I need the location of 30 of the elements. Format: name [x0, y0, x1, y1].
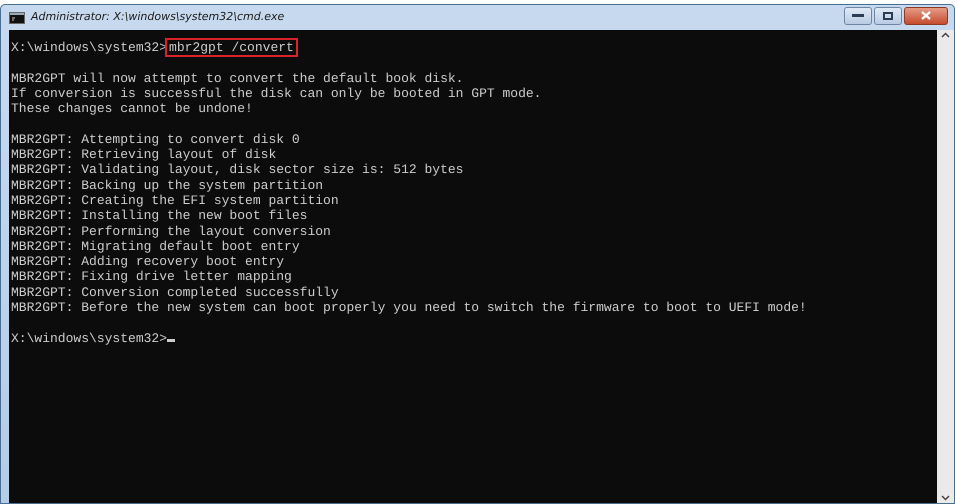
output-line: If conversion is successful the disk can only be booted in GPT mode.: [11, 86, 542, 101]
output-line: MBR2GPT: Migrating default boot entry: [11, 238, 300, 254]
text-cursor: [167, 338, 176, 342]
prompt-text: X:\windows\system32>: [11, 40, 168, 55]
output-line: MBR2GPT will now attempt to convert the default book disk.: [11, 70, 464, 86]
output-line: MBR2GPT: Fixing drive letter mapping: [11, 269, 292, 284]
maximize-button[interactable]: [874, 6, 902, 24]
output-line: MBR2GPT: Attempting to convert disk 0: [11, 132, 300, 147]
highlighted-command: mbr2gpt /convert: [167, 40, 296, 55]
close-button[interactable]: [904, 6, 948, 24]
scroll-down-icon[interactable]: [941, 495, 950, 501]
output-line: MBR2GPT: Conversion completed successfully: [11, 284, 339, 300]
output-line: MBR2GPT: Retrieving layout of disk: [11, 147, 276, 162]
minimize-icon: [852, 14, 864, 18]
output-line: These changes cannot be undone!: [11, 101, 253, 116]
console-icon: [9, 12, 25, 24]
output-line: MBR2GPT: Performing the layout conversion: [11, 224, 331, 239]
output-line: MBR2GPT: Validating layout, disk sector size is: 512 bytes: [11, 162, 464, 178]
maximize-icon: [883, 12, 893, 20]
output-line: MBR2GPT: Creating the EFI system partition: [11, 192, 339, 208]
minimize-button[interactable]: [844, 6, 872, 24]
scrollbar[interactable]: [937, 30, 954, 503]
window-title: Administrator: X:\windows\system32\cmd.exe: [31, 9, 284, 26]
output-line: MBR2GPT: Backing up the system partition: [11, 178, 324, 193]
output-line: MBR2GPT: Installing the new boot files: [11, 208, 308, 224]
prompt-text: X:\windows\system32>: [11, 330, 168, 346]
close-icon: [921, 11, 931, 20]
output-line: MBR2GPT: Before the new system can boot properly you need to switch the firmware to boot to UEFI mode!: [11, 300, 807, 316]
output-line: MBR2GPT: Adding recovery boot entry: [11, 254, 284, 270]
scroll-up-icon[interactable]: [941, 32, 950, 38]
